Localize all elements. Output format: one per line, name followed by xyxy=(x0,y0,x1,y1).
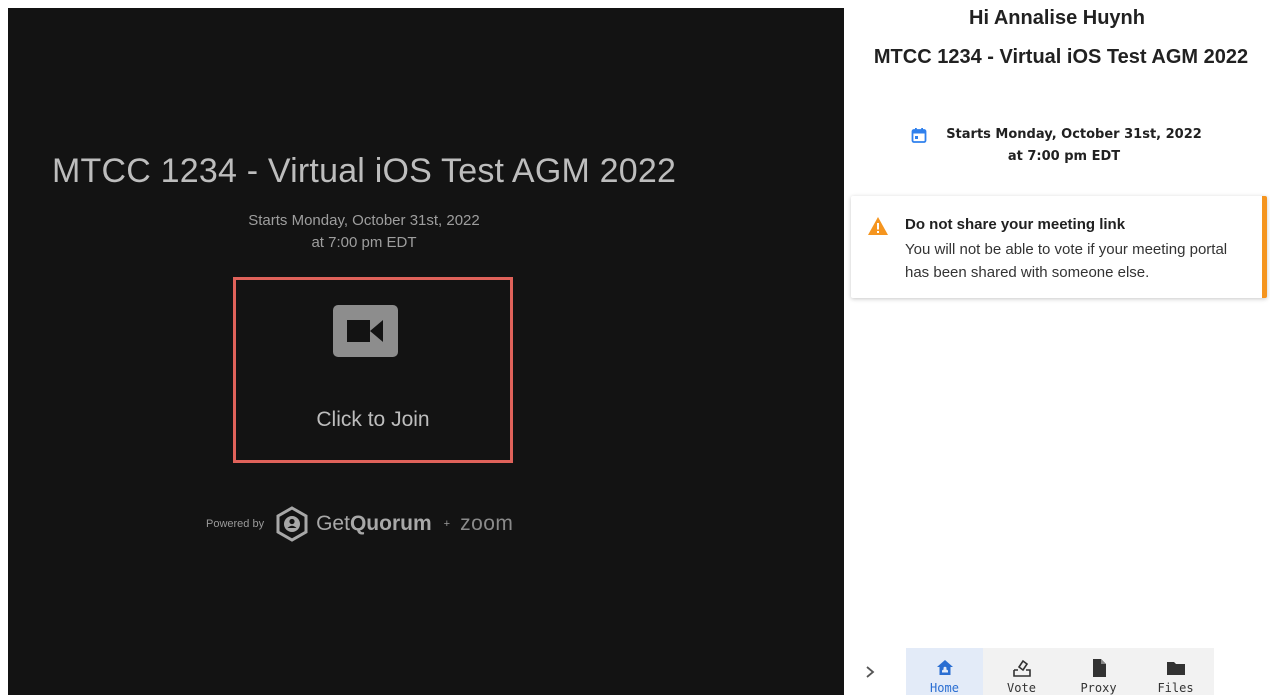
vote-icon xyxy=(1013,659,1031,677)
alert-title: Do not share your meeting link xyxy=(905,216,1126,233)
nav-label-home: Home xyxy=(930,681,959,695)
meeting-title: MTCC 1234 - Virtual iOS Test AGM 2022 xyxy=(52,152,677,190)
start-date: Starts Monday, October 31st, 2022 xyxy=(248,212,480,229)
plus-separator: + xyxy=(443,518,451,530)
panel-start-hour: at 7:00 pm EDT xyxy=(1007,149,1121,164)
home-icon xyxy=(937,660,953,675)
nav-tab-proxy[interactable]: Proxy xyxy=(1060,648,1137,695)
chevron-right-icon[interactable] xyxy=(862,662,878,682)
start-time: at 7:00 pm EDT xyxy=(311,234,417,251)
share-warning-alert: Do not share your meeting link You will … xyxy=(851,196,1267,298)
nav-label-vote: Vote xyxy=(1007,681,1036,695)
folder-icon xyxy=(1167,662,1185,675)
warning-icon xyxy=(868,217,888,235)
video-pane: MTCC 1234 - Virtual iOS Test AGM 2022 St… xyxy=(8,8,844,695)
meeting-start-time: Starts Monday, October 31st, 2022 at 7:0… xyxy=(164,210,564,254)
click-to-join-button[interactable]: Click to Join xyxy=(233,277,513,463)
nav-tabs: Home Vote Proxy Files xyxy=(906,648,1214,695)
video-camera-icon xyxy=(333,305,398,357)
greeting: Hi Annalise Huynh xyxy=(969,7,1145,29)
calendar-icon xyxy=(911,128,927,143)
alert-body: You will not be able to vote if your mee… xyxy=(905,241,1228,281)
zoom-wordmark: zoom xyxy=(460,512,514,535)
getquorum-logo-icon xyxy=(276,506,308,542)
proxy-file-icon xyxy=(1093,659,1106,677)
join-label: Click to Join xyxy=(316,408,430,431)
panel-start-time: Starts Monday, October 31st, 2022 at 7:0… xyxy=(911,124,1214,168)
powered-by-label: Powered by xyxy=(206,518,265,530)
nav-tab-files[interactable]: Files xyxy=(1137,648,1214,695)
powered-by-footer: Powered by GetQuorum + zoom xyxy=(206,504,513,544)
nav-tab-vote[interactable]: Vote xyxy=(983,648,1060,695)
panel-start-date: Starts Monday, October 31st, 2022 xyxy=(946,127,1202,142)
nav-label-proxy: Proxy xyxy=(1080,681,1117,695)
nav-tab-home[interactable]: Home xyxy=(906,648,983,695)
panel-meeting-title: MTCC 1234 - Virtual iOS Test AGM 2022 xyxy=(873,46,1249,68)
nav-label-files: Files xyxy=(1157,681,1194,695)
getquorum-wordmark: GetQuorum xyxy=(316,512,432,535)
meeting-info-panel: Hi Annalise Huynh MTCC 1234 - Virtual iO… xyxy=(844,0,1270,695)
bottom-navigation: Home Vote Proxy Files xyxy=(844,648,1270,695)
